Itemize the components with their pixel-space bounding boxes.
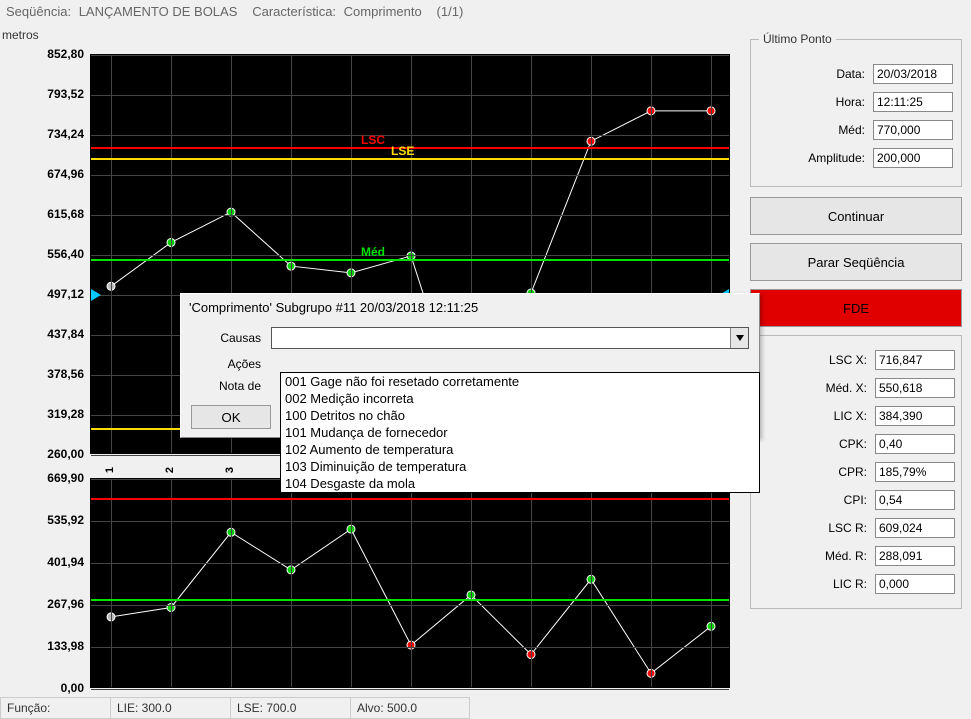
seq-value: LANÇAMENTO DE BOLAS bbox=[79, 4, 238, 19]
header-bar: Seqüência: LANÇAMENTO DE BOLAS Caracterí… bbox=[0, 0, 971, 27]
licx-field[interactable] bbox=[875, 406, 955, 426]
cpi-label: CPI: bbox=[757, 493, 875, 507]
mean-label: Méd: bbox=[759, 123, 873, 137]
chevron-down-icon[interactable] bbox=[730, 328, 748, 348]
stop-sequence-button[interactable]: Parar Seqüência bbox=[750, 243, 962, 281]
status-func: Função: bbox=[0, 697, 110, 719]
date-field[interactable] bbox=[873, 64, 953, 84]
lscr-field[interactable] bbox=[875, 518, 955, 538]
cpk-label: CPK: bbox=[757, 437, 875, 451]
medr-label: Méd. R: bbox=[757, 549, 875, 563]
causes-dropdown-list[interactable]: 001 Gage não foi resetado corretamente00… bbox=[280, 372, 760, 493]
counter: (1/1) bbox=[437, 4, 464, 19]
causes-option[interactable]: 101 Mudança de fornecedor bbox=[281, 424, 759, 441]
continue-button[interactable]: Continuar bbox=[750, 197, 962, 235]
causes-option[interactable]: 100 Detritos no chão bbox=[281, 407, 759, 424]
x-chart-yaxis: 852,80793,52734,24674,96615,68556,40497,… bbox=[0, 54, 88, 454]
unit-label: metros bbox=[2, 28, 39, 42]
licx-label: LIC X: bbox=[757, 409, 875, 423]
side-panel: Último Ponto Data: Hora: Méd: Amplitude:… bbox=[750, 32, 962, 609]
licr-field[interactable] bbox=[875, 574, 955, 594]
licr-label: LIC R: bbox=[757, 577, 875, 591]
cpk-field[interactable] bbox=[875, 434, 955, 454]
time-label: Hora: bbox=[759, 95, 873, 109]
causes-option[interactable]: 103 Diminuição de temperatura bbox=[281, 458, 759, 475]
range-field[interactable] bbox=[873, 148, 953, 168]
status-lse: LSE: 700.0 bbox=[230, 697, 350, 719]
ok-button[interactable]: OK bbox=[191, 405, 271, 429]
medx-field[interactable] bbox=[875, 378, 955, 398]
r-chart bbox=[90, 478, 730, 688]
lscr-label: LSC R: bbox=[757, 521, 875, 535]
lscx-label: LSC X: bbox=[757, 353, 875, 367]
stats-group: LSC X: Méd. X: LIC X: CPK: CPR: CPI: LSC… bbox=[750, 335, 962, 609]
cpi-field[interactable] bbox=[875, 490, 955, 510]
causes-option[interactable]: 104 Desgaste da mola bbox=[281, 475, 759, 492]
mean-field[interactable] bbox=[873, 120, 953, 140]
char-value: Comprimento bbox=[344, 4, 422, 19]
cpr-label: CPR: bbox=[757, 465, 875, 479]
medr-field[interactable] bbox=[875, 546, 955, 566]
causes-combo[interactable] bbox=[271, 327, 749, 349]
causes-option[interactable]: 001 Gage não foi resetado corretamente bbox=[281, 373, 759, 390]
seq-label: Seqüência: bbox=[6, 4, 71, 19]
char-label: Característica: bbox=[252, 4, 336, 19]
date-label: Data: bbox=[759, 67, 873, 81]
cpr-field[interactable] bbox=[875, 462, 955, 482]
time-field[interactable] bbox=[873, 92, 953, 112]
medx-label: Méd. X: bbox=[757, 381, 875, 395]
causes-option[interactable]: 002 Medição incorreta bbox=[281, 390, 759, 407]
causes-label: Causas bbox=[191, 331, 271, 345]
status-bar: Função: LIE: 300.0 LSE: 700.0 Alvo: 500.… bbox=[0, 697, 971, 719]
actions-label: Ações bbox=[191, 357, 271, 371]
status-alvo: Alvo: 500.0 bbox=[350, 697, 470, 719]
dialog-title: 'Comprimento' Subgrupo #11 20/03/2018 12… bbox=[181, 294, 759, 323]
causes-option[interactable]: 102 Aumento de temperatura bbox=[281, 441, 759, 458]
lscx-field[interactable] bbox=[875, 350, 955, 370]
fde-button[interactable]: FDE bbox=[750, 289, 962, 327]
last-point-legend: Último Ponto bbox=[759, 32, 836, 46]
last-point-group: Último Ponto Data: Hora: Méd: Amplitude: bbox=[750, 32, 962, 187]
status-lie: LIE: 300.0 bbox=[110, 697, 230, 719]
note-label: Nota de bbox=[191, 379, 271, 393]
r-chart-yaxis: 669,90535,92401,94267,96133,980,00 bbox=[0, 478, 88, 688]
range-label: Amplitude: bbox=[759, 151, 873, 165]
